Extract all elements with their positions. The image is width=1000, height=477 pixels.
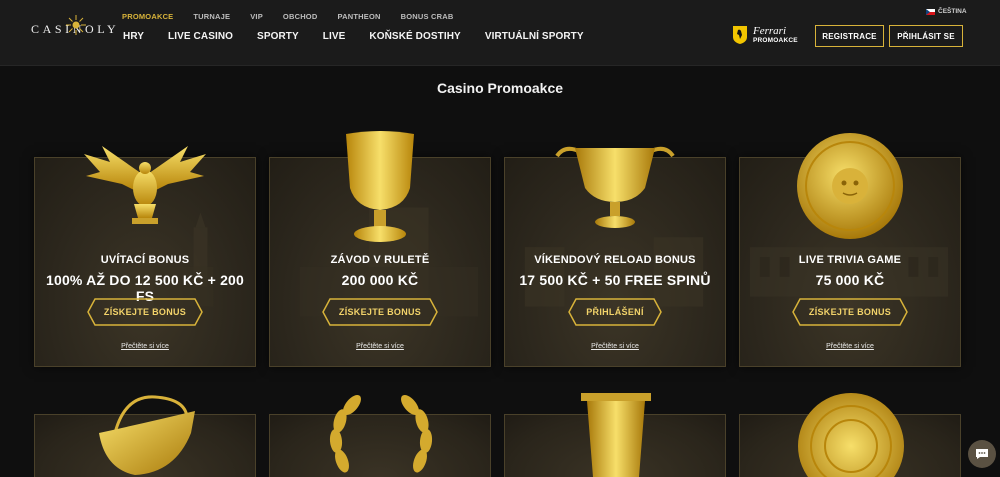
basket-icon (99, 395, 195, 475)
subnav-obchod[interactable]: OBCHOD (283, 12, 318, 21)
subnav-promoakce[interactable]: PROMOAKCE (122, 12, 173, 21)
casinoly-logo[interactable]: CASINOLY (31, 15, 116, 40)
sun-icon (66, 15, 86, 35)
page-title: Casino Promoakce (436, 80, 564, 96)
kylix-icon (555, 146, 675, 228)
page-root: CASINOLY PROMOAKCE TURNAJE VIP OBCHOD PA… (0, 0, 1000, 477)
language-label: ČEŠTINA (938, 8, 967, 15)
ferrari-shield-icon (733, 26, 747, 45)
get-bonus-button[interactable]: ZÍSKEJTE BONUS (322, 298, 438, 326)
goblet-icon (346, 131, 414, 242)
promo-card-row2-2[interactable] (269, 395, 491, 477)
card-title: VÍKENDOVÝ RELOAD BONUS (534, 254, 696, 266)
promo-card-row2-3[interactable] (504, 393, 726, 477)
vase-icon (581, 393, 651, 477)
promo-card-roulette[interactable]: ZÁVOD V RULETĚ 200 000 KČ ZÍSKEJTE BONUS… (269, 131, 491, 367)
card-title: LIVE TRIVIA GAME (798, 254, 902, 266)
subnav-turnaje[interactable]: TURNAJE (193, 12, 230, 21)
register-button[interactable]: REGISTRACE (815, 25, 884, 47)
chat-bubble-icon (976, 449, 988, 459)
nav-live[interactable]: LIVE (323, 31, 346, 42)
eagle-icon (84, 146, 206, 224)
button-label: ZÍSKEJTE BONUS (808, 307, 892, 317)
read-more-link[interactable]: Přečtěte si více (35, 343, 255, 350)
language-selector[interactable]: ČEŠTINA (926, 8, 967, 15)
card-title: ZÁVOD V RULETĚ (330, 254, 430, 266)
promo-card-live-trivia[interactable]: LIVE TRIVIA GAME 75 000 KČ ZÍSKEJTE BONU… (739, 133, 961, 367)
chat-widget-button[interactable] (968, 440, 996, 468)
nav-virtualni-sporty[interactable]: VIRTUÁLNÍ SPORTY (485, 31, 584, 42)
get-bonus-button[interactable]: ZÍSKEJTE BONUS (792, 298, 908, 326)
login-button[interactable]: PŘIHLÁSIT SE (889, 25, 963, 47)
promo-card-weekend-reload[interactable]: VÍKENDOVÝ RELOAD BONUS 17 500 KČ + 50 FR… (504, 146, 726, 367)
nav-konske-dostihy[interactable]: KOŇSKÉ DOSTIHY (369, 31, 460, 42)
ferrari-promo-label: PROMOAKCE (753, 37, 798, 44)
promo-card-row2-4[interactable] (739, 393, 961, 477)
top-header: CASINOLY PROMOAKCE TURNAJE VIP OBCHOD PA… (0, 0, 1000, 66)
card-amount: 200 000 KČ (341, 272, 419, 288)
button-label: ZÍSKEJTE BONUS (103, 307, 187, 317)
subnav-pantheon[interactable]: PANTHEON (337, 12, 380, 21)
read-more-link[interactable]: Přečtěte si více (270, 343, 490, 350)
czech-flag-icon (926, 8, 935, 15)
promo-card-welcome[interactable]: UVÍTACÍ BONUS 100% AŽ DO 12 500 KČ + 200… (34, 146, 256, 367)
read-more-link[interactable]: Přečtěte si více (740, 343, 960, 350)
coin-plate-icon (798, 393, 904, 477)
card-amount: 17 500 KČ + 50 FREE SPINŮ (519, 272, 711, 288)
button-label: ZÍSKEJTE BONUS (338, 307, 422, 317)
button-label: PŘIHLÁŠENÍ (586, 307, 644, 317)
nav-sporty[interactable]: SPORTY (257, 31, 299, 42)
get-bonus-button[interactable]: ZÍSKEJTE BONUS (87, 298, 203, 326)
nav-live-casino[interactable]: LIVE CASINO (168, 31, 233, 42)
card-amount: 75 000 KČ (815, 272, 885, 288)
nav-hry[interactable]: HRY (123, 31, 144, 42)
ferrari-promo-link[interactable]: Ferrari PROMOAKCE (733, 26, 798, 45)
ferrari-brand-text: Ferrari (753, 25, 786, 37)
shield-medusa-icon (797, 133, 903, 239)
sub-navigation: PROMOAKCE TURNAJE VIP OBCHOD PANTHEON BO… (122, 12, 473, 21)
login-card-button[interactable]: PŘIHLÁŠENÍ (568, 298, 662, 326)
subnav-vip[interactable]: VIP (250, 12, 263, 21)
subnav-bonus-crab[interactable]: BONUS CRAB (401, 12, 454, 21)
laurel-wreath-icon (329, 395, 433, 473)
read-more-link[interactable]: Přečtěte si více (505, 343, 725, 350)
promo-card-row2-1[interactable] (34, 395, 256, 477)
card-title: UVÍTACÍ BONUS (100, 254, 190, 266)
main-navigation: HRY LIVE CASINO SPORTY LIVE KOŇSKÉ DOSTI… (123, 31, 608, 42)
